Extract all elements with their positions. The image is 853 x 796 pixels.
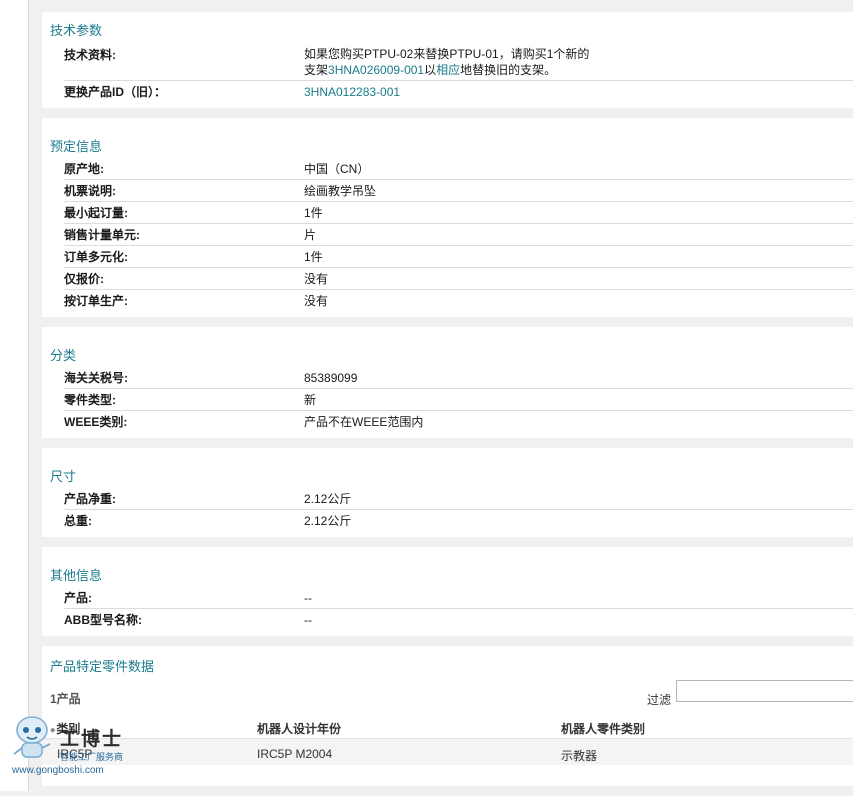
dimensions-panel: 尺寸 产品净重: 2.12公斤 总重: 2.12公斤 bbox=[42, 448, 853, 537]
dimension-field-value: 2.12公斤 bbox=[304, 513, 352, 528]
tech-doc-value: 如果您购买PTPU-02来替换PTPU-01，请购买1个新的 支架3HNA026… bbox=[304, 44, 853, 80]
order-field-label: 按订单生产: bbox=[64, 294, 128, 308]
order-field-row: 最小起订量: 1件 bbox=[64, 202, 853, 224]
classification-field-row: 海关关税号: 85389099 bbox=[64, 367, 853, 389]
other-title: 其他信息 bbox=[50, 568, 103, 583]
classification-title: 分类 bbox=[50, 348, 77, 363]
tech-title: 技术参数 bbox=[50, 23, 103, 38]
tech-doc-text-c: 地替换旧的支架。 bbox=[460, 63, 557, 77]
other-field-value: -- bbox=[304, 612, 312, 627]
order-field-value: 片 bbox=[304, 227, 317, 242]
classification-field-value: 新 bbox=[304, 392, 317, 407]
order-field-row: 销售计量单元: 片 bbox=[64, 224, 853, 246]
replace-product-link[interactable]: 3HNA012283-001 bbox=[304, 82, 853, 102]
parts-title: 产品特定零件数据 bbox=[50, 659, 155, 674]
main-content: 技术参数 技术资料: 如果您购买PTPU-02来替换PTPU-01，请购买1个新… bbox=[42, 0, 853, 796]
other-field-value: -- bbox=[304, 590, 312, 605]
order-field-label: 仅报价: bbox=[64, 272, 104, 286]
dimension-field-value: 2.12公斤 bbox=[304, 491, 352, 506]
tech-doc-text-a: 支架 bbox=[304, 63, 329, 77]
other-panel: 其他信息 产品: -- ABB型号名称: -- bbox=[42, 547, 853, 636]
tech-doc-text-b: 以 bbox=[424, 63, 437, 77]
other-field-row: ABB型号名称: -- bbox=[64, 609, 853, 630]
robot-mascot-icon bbox=[13, 716, 51, 758]
table-cell-part-category: 示教器 bbox=[561, 749, 598, 763]
classification-field-value: 产品不在WEEE范围内 bbox=[304, 414, 424, 429]
order-field-value: 绘画教学吊坠 bbox=[304, 183, 377, 198]
dimension-field-label: 总重: bbox=[64, 514, 92, 528]
order-field-value: 中国（CN） bbox=[304, 161, 370, 176]
order-rows: 原产地: 中国（CN） 机票说明: 绘画教学吊坠 最小起订量: 1件 销售计量单元: 片订单多… bbox=[42, 152, 853, 317]
table-cell-design-year: IRC5P M2004 bbox=[257, 747, 333, 761]
classification-field-label: WEEE类别: bbox=[64, 415, 128, 429]
replace-label: 更换产品ID（旧）： bbox=[64, 85, 167, 99]
tech-panel: 技术参数 技术资料: 如果您购买PTPU-02来替换PTPU-01，请购买1个新… bbox=[42, 12, 853, 108]
filter-label: 过滤 bbox=[647, 693, 672, 707]
order-field-value: 没有 bbox=[304, 271, 329, 286]
order-field-label: 销售计量单元: bbox=[64, 228, 140, 242]
classification-rows: 海关关税号: 85389099 零件类型: 新 WEEE类别: 产品不在WEEE范围内 bbox=[42, 361, 853, 438]
other-field-row: 产品: -- bbox=[64, 587, 853, 609]
watermark-subtitle: 智能工厂服务商 bbox=[60, 752, 124, 762]
tech-doc-label: 技术资料: bbox=[64, 48, 116, 62]
order-panel: 预定信息 原产地: 中国（CN） 机票说明: 绘画教学吊坠 最小起订量: 1件 销售计量单元… bbox=[42, 118, 853, 317]
order-field-row: 机票说明: 绘画教学吊坠 bbox=[64, 180, 853, 202]
left-sidebar bbox=[0, 0, 29, 791]
corresponding-link[interactable]: 相应 bbox=[436, 63, 460, 77]
watermark-logo: 工博士 智能工厂服务商 www.gongboshi.com bbox=[8, 708, 138, 780]
dimension-field-label: 产品净重: bbox=[64, 492, 116, 506]
order-field-value: 1件 bbox=[304, 249, 323, 264]
column-header-design-year[interactable]: 机器人设计年份 bbox=[257, 720, 341, 737]
column-header-part-category[interactable]: 机器人零件类别 bbox=[561, 720, 645, 737]
order-field-value: 1件 bbox=[304, 205, 323, 220]
order-field-label: 订单多元化: bbox=[64, 250, 128, 264]
product-count: 1产品 bbox=[50, 692, 81, 706]
classification-field-value: 85389099 bbox=[304, 370, 358, 385]
order-field-row: 仅报价: 没有 bbox=[64, 268, 853, 290]
dimension-field-row: 总重: 2.12公斤 bbox=[64, 510, 853, 531]
dimension-field-row: 产品净重: 2.12公斤 bbox=[64, 488, 853, 510]
classification-field-label: 零件类型: bbox=[64, 393, 116, 407]
tech-doc-row: 技术资料: 如果您购买PTPU-02来替换PTPU-01，请购买1个新的 支架3… bbox=[64, 44, 853, 81]
order-field-label: 机票说明: bbox=[64, 184, 116, 198]
other-field-label: 产品: bbox=[64, 591, 92, 605]
other-rows: 产品: -- ABB型号名称: -- bbox=[42, 581, 853, 636]
dimensions-title: 尺寸 bbox=[50, 469, 77, 484]
order-title: 预定信息 bbox=[50, 139, 103, 154]
table-row bbox=[42, 738, 853, 765]
order-field-row: 原产地: 中国（CN） bbox=[64, 158, 853, 180]
dimensions-rows: 产品净重: 2.12公斤 总重: 2.12公斤 bbox=[42, 482, 853, 537]
watermark-url: www.gongboshi.com bbox=[12, 765, 104, 776]
order-field-value: 没有 bbox=[304, 293, 329, 308]
watermark-title: 工博士 bbox=[60, 728, 124, 750]
order-field-label: 最小起订量: bbox=[64, 206, 128, 220]
tech-doc-line-2: 支架3HNA026009-001以相应地替换旧的支架。 bbox=[304, 62, 853, 78]
bracket-part-link[interactable]: 3HNA026009-001 bbox=[328, 63, 424, 77]
classification-field-row: WEEE类别: 产品不在WEEE范围内 bbox=[64, 411, 853, 432]
order-field-row: 订单多元化: 1件 bbox=[64, 246, 853, 268]
replace-row: 更换产品ID（旧）： 3HNA012283-001 bbox=[64, 81, 853, 102]
tech-doc-line-1: 如果您购买PTPU-02来替换PTPU-01，请购买1个新的 bbox=[304, 47, 590, 61]
classification-field-label: 海关关税号: bbox=[64, 371, 128, 385]
other-field-label: ABB型号名称: bbox=[64, 613, 142, 627]
classification-panel: 分类 海关关税号: 85389099 零件类型: 新 WEEE类别: 产品不在WEEE范围… bbox=[42, 327, 853, 438]
order-field-row: 按订单生产: 没有 bbox=[64, 290, 853, 311]
parts-panel: 产品特定零件数据 1产品 过滤 ◆类别 机器人设计年份 机器人零件类别 IRC5… bbox=[42, 646, 853, 786]
classification-field-row: 零件类型: 新 bbox=[64, 389, 853, 411]
filter-input[interactable] bbox=[676, 680, 853, 702]
order-field-label: 原产地: bbox=[64, 162, 104, 176]
